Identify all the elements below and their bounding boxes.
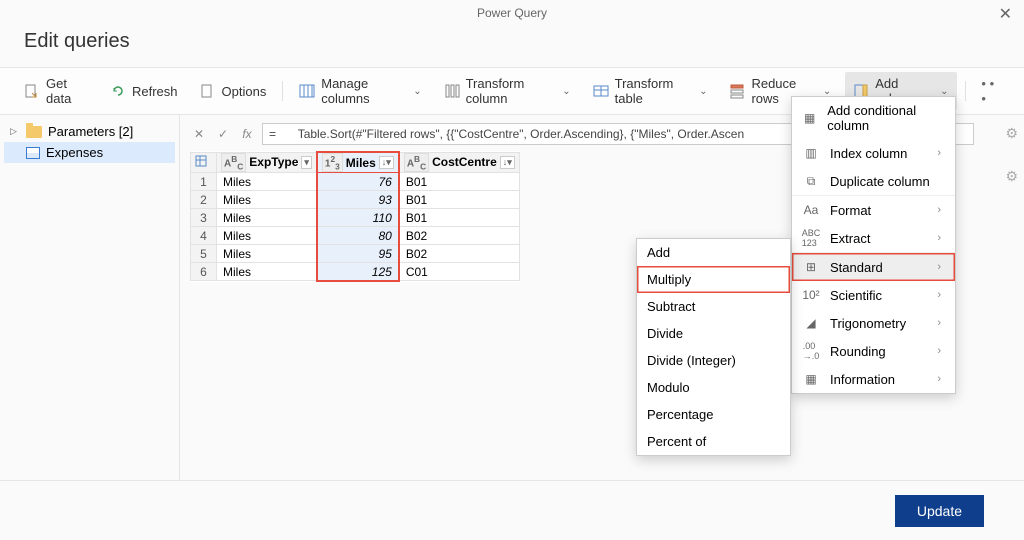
filter-icon[interactable]: ▾	[301, 156, 312, 169]
reduce-rows-icon	[729, 83, 745, 99]
menu-item-duplicate-column[interactable]: ⧉Duplicate column	[792, 167, 955, 195]
sidebar-item-label: Expenses	[46, 145, 103, 160]
data-table: ABCExpType▾ 123Miles↓▾ ABCCostCentre↓▾ 1…	[190, 151, 520, 282]
col-header-costcentre[interactable]: ABCCostCentre↓▾	[399, 152, 519, 173]
toolbar-label: Transform table	[615, 76, 691, 106]
folder-icon	[26, 126, 42, 138]
col-header-miles[interactable]: 123Miles↓▾	[317, 152, 399, 173]
options-icon	[200, 83, 216, 99]
extract-icon: ABC123	[802, 230, 820, 246]
sidebar-item-label: Parameters [2]	[48, 124, 133, 139]
menu-item-information[interactable]: ▦Information›	[792, 365, 955, 393]
index-column-icon: ▥	[802, 145, 820, 161]
get-data-icon	[24, 83, 40, 99]
table-row[interactable]: 5Miles95B02	[191, 245, 520, 263]
menu-item-percentage[interactable]: Percentage	[637, 401, 790, 428]
menu-item-modulo[interactable]: Modulo	[637, 374, 790, 401]
refresh-button[interactable]: Refresh	[102, 79, 186, 103]
transform-column-button[interactable]: Transform column ⌄	[436, 72, 579, 110]
standard-icon: ⊞	[802, 259, 820, 275]
menu-item-multiply[interactable]: Multiply	[637, 266, 790, 293]
menu-item-rounding[interactable]: .00→.0Rounding›	[792, 337, 955, 365]
chevron-right-icon: ›	[937, 204, 941, 216]
table-row[interactable]: 2Miles93B01	[191, 191, 520, 209]
table-icon	[26, 147, 40, 159]
menu-item-add[interactable]: Add	[637, 239, 790, 266]
gear-icon[interactable]: ⚙	[990, 125, 1018, 142]
cancel-formula-icon[interactable]: ✕	[190, 125, 208, 143]
expand-icon: ▷	[10, 126, 20, 137]
manage-columns-button[interactable]: Manage columns ⌄	[291, 72, 429, 110]
scientific-icon: 10²	[802, 287, 820, 303]
information-icon: ▦	[802, 371, 820, 387]
chevron-right-icon: ›	[937, 147, 941, 159]
chevron-down-icon: ⌄	[413, 86, 421, 97]
chevron-down-icon: ⌄	[823, 86, 831, 97]
sort-filter-icon[interactable]: ↓▾	[379, 156, 394, 169]
table-row[interactable]: 6Miles125C01	[191, 263, 520, 281]
chevron-down-icon: ⌄	[940, 86, 948, 97]
toolbar-label: Manage columns	[321, 76, 405, 106]
gear-icon[interactable]: ⚙	[990, 168, 1018, 185]
fx-icon[interactable]: fx	[238, 125, 256, 143]
trig-icon: ◢	[802, 315, 820, 331]
chevron-down-icon: ⌄	[699, 86, 707, 97]
transform-table-button[interactable]: Transform table ⌄	[585, 72, 716, 110]
chevron-right-icon: ›	[937, 317, 941, 329]
table-row[interactable]: 4Miles80B02	[191, 227, 520, 245]
refresh-icon	[110, 83, 126, 99]
table-row[interactable]: 3Miles110B01	[191, 209, 520, 227]
menu-item-divide-integer[interactable]: Divide (Integer)	[637, 347, 790, 374]
chevron-right-icon: ›	[937, 345, 941, 357]
col-header-exptype[interactable]: ABCExpType▾	[217, 152, 317, 173]
sort-filter-icon[interactable]: ↓▾	[500, 156, 515, 169]
table-row[interactable]: 1Miles76B01	[191, 173, 520, 191]
chevron-down-icon: ⌄	[562, 86, 570, 97]
menu-item-extract[interactable]: ABC123Extract›	[792, 224, 955, 252]
menu-item-divide[interactable]: Divide	[637, 320, 790, 347]
columns-icon	[299, 83, 315, 99]
menu-item-standard[interactable]: ⊞Standard›	[792, 253, 955, 281]
toolbar-label: Refresh	[132, 84, 178, 99]
update-button[interactable]: Update	[895, 495, 984, 527]
toolbar-label: Options	[222, 84, 267, 99]
chevron-right-icon: ›	[937, 261, 941, 273]
chevron-right-icon: ›	[937, 289, 941, 301]
transform-column-icon	[444, 83, 460, 99]
menu-item-scientific[interactable]: 10²Scientific›	[792, 281, 955, 309]
chevron-right-icon: ›	[937, 373, 941, 385]
standard-submenu: Add Multiply Subtract Divide Divide (Int…	[636, 238, 791, 456]
format-icon: Aa	[802, 202, 820, 218]
menu-item-percent-of[interactable]: Percent of	[637, 428, 790, 455]
add-column-menu: ▦Add conditional column ▥Index column› ⧉…	[791, 96, 956, 394]
toolbar-label: Get data	[46, 76, 88, 106]
get-data-button[interactable]: Get data	[16, 72, 96, 110]
close-icon[interactable]: ✕	[999, 4, 1012, 24]
duplicate-icon: ⧉	[802, 173, 820, 189]
menu-item-trigonometry[interactable]: ◢Trigonometry›	[792, 309, 955, 337]
sidebar: ▷ Parameters [2] Expenses	[0, 115, 180, 495]
sidebar-item-parameters[interactable]: ▷ Parameters [2]	[4, 121, 175, 142]
page-title: Edit queries	[0, 26, 1024, 67]
menu-item-subtract[interactable]: Subtract	[637, 293, 790, 320]
transform-table-icon	[593, 83, 609, 99]
conditional-column-icon: ▦	[802, 110, 817, 126]
options-button[interactable]: Options	[192, 79, 275, 103]
menu-item-format[interactable]: AaFormat›	[792, 196, 955, 224]
corner-cell[interactable]	[191, 152, 217, 173]
sidebar-item-expenses[interactable]: Expenses	[4, 142, 175, 163]
app-title: Power Query	[477, 6, 547, 20]
confirm-formula-icon[interactable]: ✓	[214, 125, 232, 143]
menu-item-conditional-column[interactable]: ▦Add conditional column	[792, 97, 955, 139]
menu-item-index-column[interactable]: ▥Index column›	[792, 139, 955, 167]
rounding-icon: .00→.0	[802, 343, 820, 359]
toolbar-label: Transform column	[466, 76, 555, 106]
more-button[interactable]: • • •	[973, 72, 1008, 110]
chevron-right-icon: ›	[937, 232, 941, 244]
